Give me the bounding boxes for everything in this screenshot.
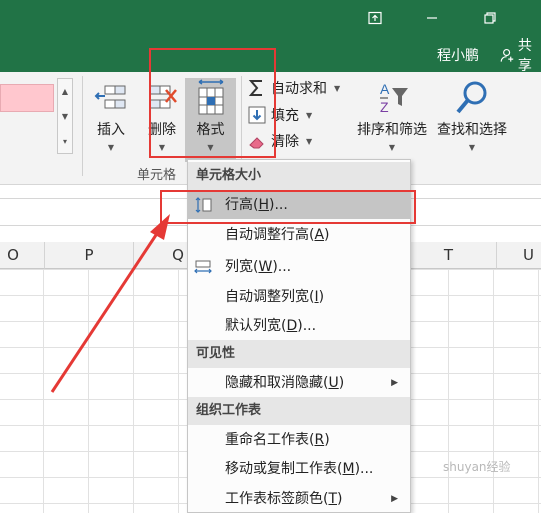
submenu-arrow-icon: ▶ xyxy=(391,494,398,504)
magnifier-icon xyxy=(456,81,487,114)
accelerator-key: U xyxy=(328,375,339,391)
gallery-down-icon[interactable]: ▼ xyxy=(58,104,72,129)
menu-item-label: 重命名工作表( xyxy=(225,432,315,448)
svg-text:Z: Z xyxy=(380,99,389,115)
insert-cells-icon xyxy=(94,85,126,109)
accelerator-key: D xyxy=(286,318,298,334)
menu-item-move-copy-sheet[interactable]: 移动或复制工作表(M)... xyxy=(188,455,410,483)
group-separator xyxy=(82,76,83,176)
menu-item-tail: ) xyxy=(324,227,330,243)
column-header[interactable]: T xyxy=(401,242,497,269)
menu-item-tail: ) xyxy=(338,375,345,391)
sort-filter-caret-icon: ▼ xyxy=(388,143,396,152)
menu-item-hide-unhide[interactable]: 隐藏和取消隐藏(U) ▶ xyxy=(188,369,410,397)
sort-filter-icon: A Z xyxy=(380,81,408,115)
insert-label: 插入 xyxy=(97,122,125,138)
menu-item-tail: )... xyxy=(354,461,374,477)
share-button[interactable]: 共享 xyxy=(500,38,541,74)
menu-section-cell-size: 单元格大小 xyxy=(188,162,410,190)
svg-text:A: A xyxy=(380,81,390,97)
menu-item-default-width[interactable]: 默认列宽(D)... xyxy=(188,312,410,340)
menu-section-organize-sheets: 组织工作表 xyxy=(188,397,410,425)
autosum-caret-icon: ▼ xyxy=(334,83,341,93)
menu-item-tail: ) xyxy=(318,289,325,305)
annotation-box-format xyxy=(149,48,276,158)
find-select-label: 查找和选择 xyxy=(437,122,507,138)
find-select-button[interactable]: 查找和选择 ▼ xyxy=(433,78,511,162)
menu-item-autofit-column-width[interactable]: 自动调整列宽(I) xyxy=(188,283,410,311)
menu-item-label: 默认列宽( xyxy=(225,318,287,334)
annotation-box-row-height xyxy=(160,190,416,224)
clear-caret-icon: ▼ xyxy=(306,136,313,146)
styles-gallery-scroll[interactable]: ▲ ▼ ▾ xyxy=(57,78,73,154)
insert-caret-icon: ▼ xyxy=(107,143,115,152)
cells-group-label: 单元格 xyxy=(137,168,177,183)
menu-item-tail: ) xyxy=(324,432,330,448)
sort-filter-label: 排序和筛选 xyxy=(357,122,427,138)
menu-item-rename-sheet[interactable]: 重命名工作表(R) xyxy=(188,426,410,454)
column-header[interactable]: P xyxy=(45,242,134,269)
menu-item-label: 移动或复制工作表( xyxy=(225,461,343,477)
share-label: 共享 xyxy=(517,38,532,74)
submenu-arrow-icon: ▶ xyxy=(391,378,398,388)
menu-item-label: 自动调整行高( xyxy=(225,227,315,243)
menu-item-tail: ) xyxy=(337,491,343,507)
find-select-caret-icon: ▼ xyxy=(468,143,476,152)
sort-filter-button[interactable]: A Z 排序和筛选 ▼ xyxy=(352,78,432,162)
autosum-label: 自动求和 xyxy=(271,81,327,97)
gallery-up-icon[interactable]: ▲ xyxy=(58,79,72,104)
menu-item-autofit-row-height[interactable]: 自动调整行高(A) xyxy=(188,221,410,249)
gallery-more-icon[interactable]: ▾ xyxy=(58,129,72,154)
menu-item-tab-color[interactable]: 工作表标签颜色(T) ▶ xyxy=(188,485,410,513)
watermark: shuyan经验 xyxy=(443,460,511,474)
restore-icon[interactable] xyxy=(479,8,501,28)
column-header[interactable]: O xyxy=(0,242,45,269)
accelerator-key: M xyxy=(342,461,355,477)
menu-item-label: 自动调整列宽( xyxy=(225,289,315,305)
fill-caret-icon: ▼ xyxy=(306,110,313,120)
menu-item-column-width[interactable]: 列宽(W)... xyxy=(188,253,410,281)
menu-item-label: 列宽( xyxy=(225,259,259,275)
ribbon-display-options-icon[interactable] xyxy=(364,8,386,28)
person-icon xyxy=(500,48,514,62)
menu-item-tail: )... xyxy=(297,318,317,334)
minimize-icon[interactable] xyxy=(421,8,443,28)
user-name[interactable]: 程小鹏 xyxy=(437,45,479,65)
menu-item-tail: )... xyxy=(272,259,292,275)
insert-button[interactable]: 插入 ▼ xyxy=(88,78,134,162)
accelerator-key: R xyxy=(314,432,325,448)
menu-section-visibility: 可见性 xyxy=(188,340,410,368)
cell-style-bad[interactable] xyxy=(0,84,54,112)
column-header[interactable]: U xyxy=(497,242,541,269)
menu-item-label: 隐藏和取消隐藏( xyxy=(225,375,329,391)
accelerator-key: A xyxy=(314,227,325,243)
column-width-icon xyxy=(194,260,212,274)
menu-item-label: 工作表标签颜色( xyxy=(225,491,329,507)
accelerator-key: T xyxy=(328,491,338,507)
accelerator-key: W xyxy=(258,259,273,275)
